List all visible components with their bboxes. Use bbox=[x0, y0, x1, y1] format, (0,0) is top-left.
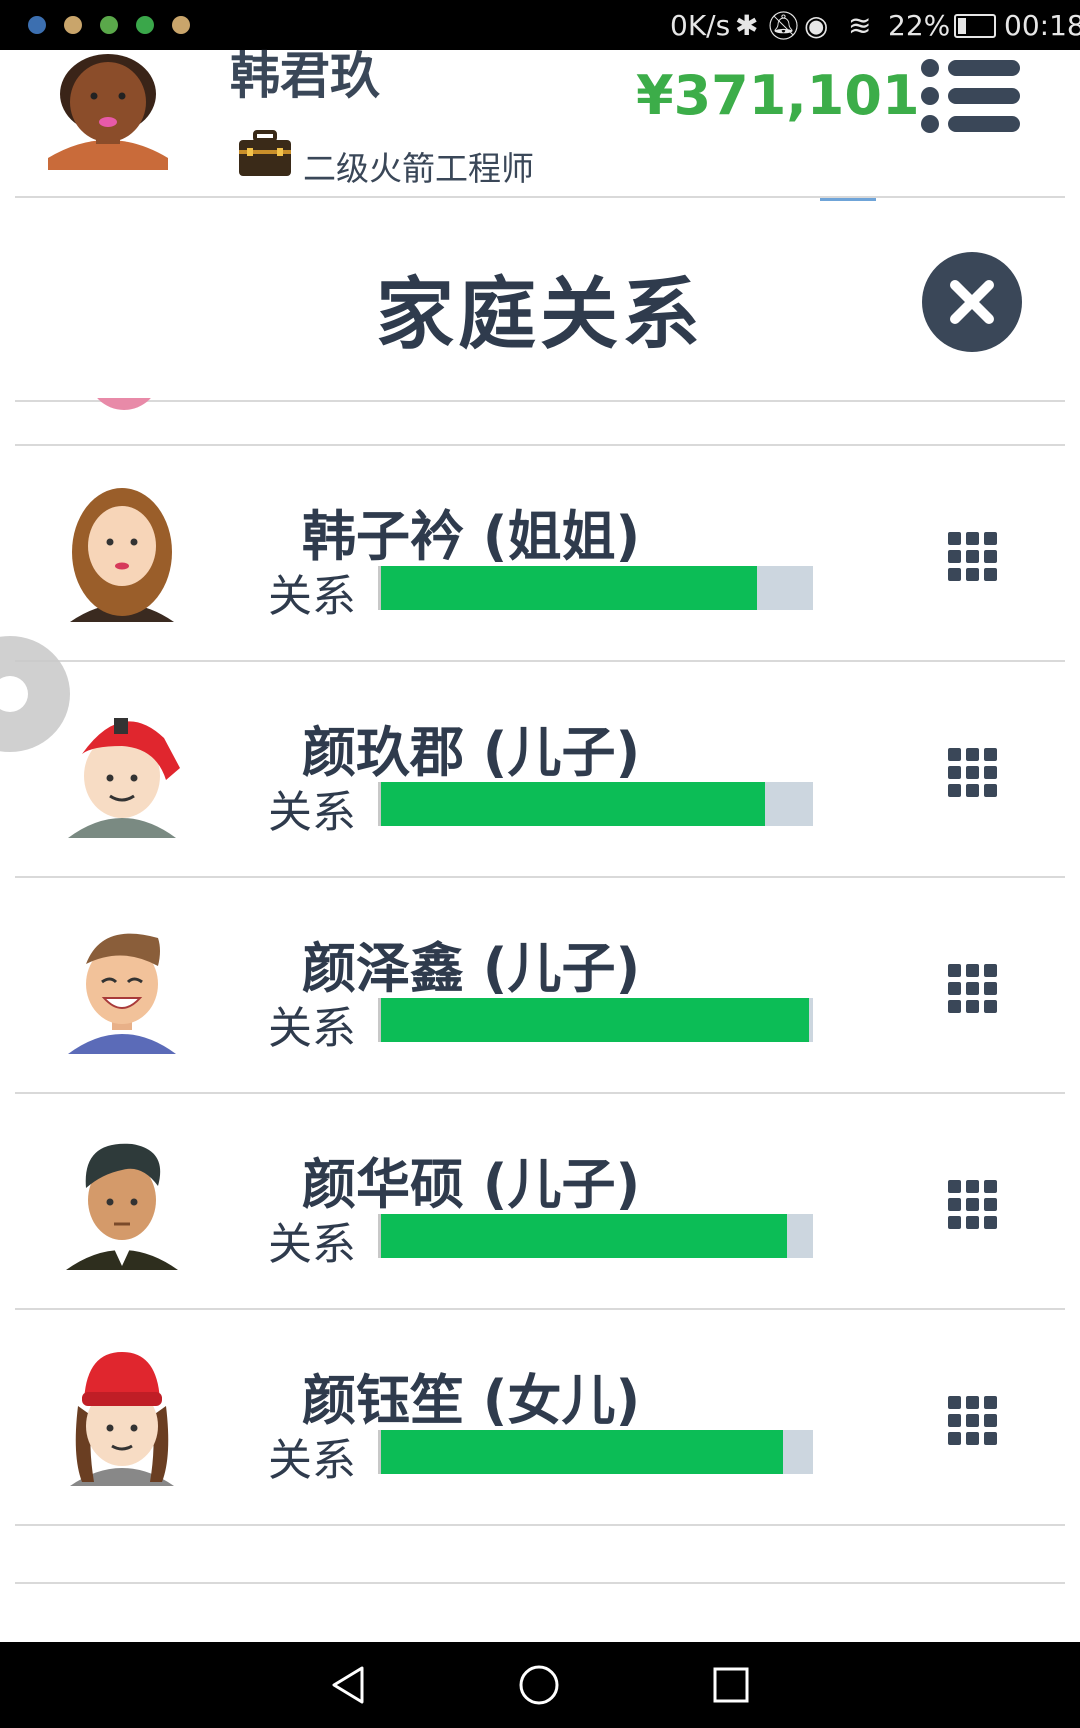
relation-bar-fill bbox=[381, 782, 766, 826]
user-avatar bbox=[48, 54, 168, 170]
money-balance: ¥371,101 bbox=[636, 64, 920, 127]
relation-bar bbox=[378, 782, 813, 826]
divider bbox=[15, 1582, 1065, 1584]
mute-icon: 🔕︎ bbox=[766, 9, 802, 42]
man-dark-hair-avatar bbox=[66, 1143, 178, 1270]
woman-brown-hair-avatar bbox=[70, 488, 174, 622]
clock: 00:18 bbox=[1004, 9, 1080, 42]
divider bbox=[15, 196, 1065, 198]
family-member-row[interactable]: 颜华硕 (儿子) 关系 bbox=[0, 1094, 1080, 1310]
grid-menu-icon[interactable] bbox=[948, 964, 998, 1014]
battery-icon bbox=[954, 14, 996, 38]
relation-bar-fill bbox=[381, 998, 809, 1042]
relation-bar bbox=[378, 566, 813, 610]
boy-smiling-avatar bbox=[68, 933, 176, 1054]
relation-bar bbox=[378, 1430, 813, 1474]
modal-title: 家庭关系 bbox=[375, 270, 704, 360]
notification-icon bbox=[100, 16, 118, 34]
profile-header: 韩君玖 二级火箭工程师 ¥371,101 bbox=[0, 50, 1080, 198]
tab-indicator bbox=[820, 198, 876, 201]
notification-icon bbox=[136, 16, 154, 34]
divider bbox=[15, 1524, 1065, 1526]
grid-menu-icon[interactable] bbox=[948, 1396, 998, 1446]
wifi-icon: ≋ bbox=[848, 9, 872, 42]
relation-bar-fill bbox=[381, 1430, 783, 1474]
relation-label: 关系 bbox=[268, 571, 356, 622]
status-bar: 0K/s ✱ 🔕︎ ◉ ≋ 22% 00:18 bbox=[0, 0, 1080, 50]
family-member-row[interactable]: 韩子衿 (姐姐) 关系 bbox=[0, 446, 1080, 662]
partial-avatar bbox=[88, 398, 160, 410]
grid-menu-icon[interactable] bbox=[948, 532, 998, 582]
menu-list-icon[interactable] bbox=[920, 56, 1024, 136]
family-member-row[interactable]: 颜钰笙 (女儿) 关系 bbox=[0, 1310, 1080, 1526]
back-icon[interactable] bbox=[328, 1664, 368, 1706]
divider bbox=[15, 400, 1065, 402]
family-member-row[interactable]: 颜泽鑫 (儿子) 关系 bbox=[0, 878, 1080, 1094]
notification-icon bbox=[64, 16, 82, 34]
boy-red-cap-avatar bbox=[68, 718, 180, 838]
user-name: 韩君玖 bbox=[230, 47, 380, 105]
battery-percent: 22% bbox=[888, 9, 951, 42]
relation-label: 关系 bbox=[268, 1435, 356, 1486]
close-button[interactable] bbox=[922, 252, 1022, 352]
relation-bar-fill bbox=[381, 566, 757, 610]
relation-label: 关系 bbox=[268, 787, 356, 838]
relation-bar bbox=[378, 1214, 813, 1258]
notification-icon bbox=[172, 16, 190, 34]
eye-icon: ◉ bbox=[804, 9, 829, 42]
relation-bar bbox=[378, 998, 813, 1042]
relation-label: 关系 bbox=[268, 1003, 356, 1054]
job-title: 二级火箭工程师 bbox=[303, 149, 534, 188]
briefcase-icon bbox=[239, 130, 291, 176]
recent-apps-icon[interactable] bbox=[712, 1666, 750, 1704]
notification-icon bbox=[28, 16, 46, 34]
relation-bar-fill bbox=[381, 1214, 788, 1258]
floating-assist-dot bbox=[0, 676, 28, 712]
network-speed: 0K/s bbox=[670, 9, 731, 42]
relation-label: 关系 bbox=[268, 1219, 356, 1270]
close-icon bbox=[950, 280, 994, 324]
girl-red-hat-avatar bbox=[70, 1352, 174, 1486]
bluetooth-icon: ✱ bbox=[735, 9, 759, 42]
family-member-row[interactable]: 颜玖郡 (儿子) 关系 bbox=[0, 662, 1080, 878]
home-icon[interactable] bbox=[518, 1664, 560, 1706]
grid-menu-icon[interactable] bbox=[948, 748, 998, 798]
system-nav-bar bbox=[0, 1642, 1080, 1728]
grid-menu-icon[interactable] bbox=[948, 1180, 998, 1230]
